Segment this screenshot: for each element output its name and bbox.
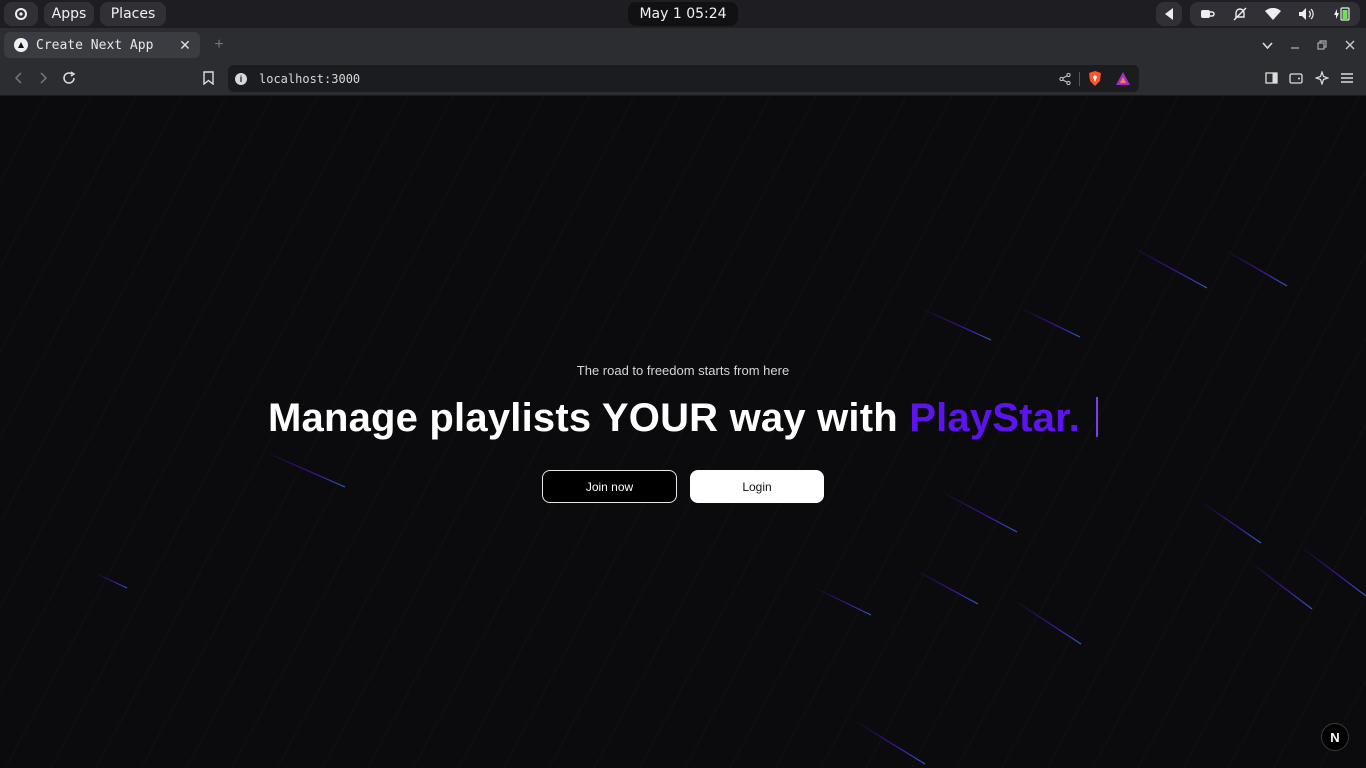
brave-shields-icon[interactable] [1088,71,1102,86]
brave-rewards-icon[interactable] [1116,72,1130,85]
notifications-off-icon [1233,7,1247,21]
nextjs-dev-indicator-icon[interactable]: N [1321,723,1349,751]
media-back-icon[interactable] [1156,2,1182,26]
login-button[interactable]: Login [690,470,824,503]
brand-name: PlayStar. [909,396,1080,440]
apps-menu-button[interactable]: Apps [44,2,94,26]
places-menu-button[interactable]: Places [100,2,166,26]
back-icon[interactable] [10,69,26,87]
sidebar-icon[interactable] [1263,70,1279,86]
join-now-button[interactable]: Join now [542,470,677,503]
clock[interactable]: May 1 05:24 [628,2,738,26]
minimize-icon[interactable] [1287,34,1303,56]
system-status-area[interactable] [1190,2,1360,26]
volume-icon [1299,8,1314,20]
browser-toolbar: i localhost:3000 [0,62,1366,96]
wifi-icon [1265,8,1281,20]
restore-icon[interactable] [1314,34,1330,56]
forward-icon[interactable] [36,69,52,87]
gnome-logo-icon [15,8,27,20]
tab-title: Create Next App [36,37,154,53]
headline-text: Manage playlists YOUR way with [267,396,910,440]
browser-tab[interactable]: Create Next App ✕ [4,32,200,58]
address-bar[interactable]: i localhost:3000 [228,65,1139,92]
share-icon[interactable] [1059,72,1071,85]
reload-icon[interactable] [61,69,77,87]
tab-list-icon[interactable] [1258,34,1276,56]
site-info-icon[interactable]: i [235,72,247,85]
leo-ai-icon[interactable] [1314,70,1330,86]
url-text: localhost:3000 [259,71,361,86]
menu-icon[interactable] [1339,70,1355,86]
new-tab-icon[interactable]: + [210,34,228,56]
tab-close-icon[interactable]: ✕ [176,37,194,54]
bookmark-icon[interactable] [200,69,216,87]
browser-tab-strip: Create Next App ✕ + [0,28,1366,62]
system-top-bar: Apps Places May 1 05:24 [0,0,1366,28]
typing-cursor [1096,397,1098,437]
coffee-icon [1201,10,1215,18]
hero-subtitle: The road to freedom starts from here [576,363,790,378]
hero-headline: Manage playlists YOUR way with PlayStar. [0,396,1366,441]
web-page: The road to freedom starts from here Man… [0,96,1366,768]
close-window-icon[interactable] [1342,34,1358,56]
nextjs-favicon-icon [14,38,28,52]
wallet-icon[interactable] [1288,70,1304,86]
activities-button[interactable] [4,2,38,26]
battery-charging-icon [1334,7,1350,21]
